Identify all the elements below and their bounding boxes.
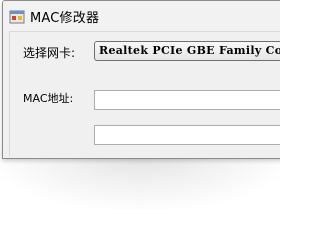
mac-changer-window: MAC修改器 选择网卡: Realtek PCIe GBE Family Con… xyxy=(2,0,280,159)
adapter-selected-value: Realtek PCIe GBE Family Controller xyxy=(99,44,280,57)
adapter-select[interactable]: Realtek PCIe GBE Family Controller xyxy=(94,41,280,61)
mac-address-label: MAC地址: xyxy=(23,92,74,105)
mac-address-input[interactable] xyxy=(95,93,280,112)
adapter-label: 选择网卡: xyxy=(23,46,76,60)
form-area: 选择网卡: Realtek PCIe GBE Family Controller… xyxy=(9,31,280,156)
app-window-icon xyxy=(9,10,25,24)
title-bar[interactable]: MAC修改器 xyxy=(3,1,280,31)
new-mac-input[interactable] xyxy=(95,128,280,147)
screen: MAC修改器 选择网卡: Realtek PCIe GBE Family Con… xyxy=(0,0,280,243)
window-title: MAC修改器 xyxy=(30,11,100,26)
new-mac-field-wrap xyxy=(94,125,280,147)
window-shadow xyxy=(0,150,280,210)
mac-address-field-wrap xyxy=(94,90,280,112)
